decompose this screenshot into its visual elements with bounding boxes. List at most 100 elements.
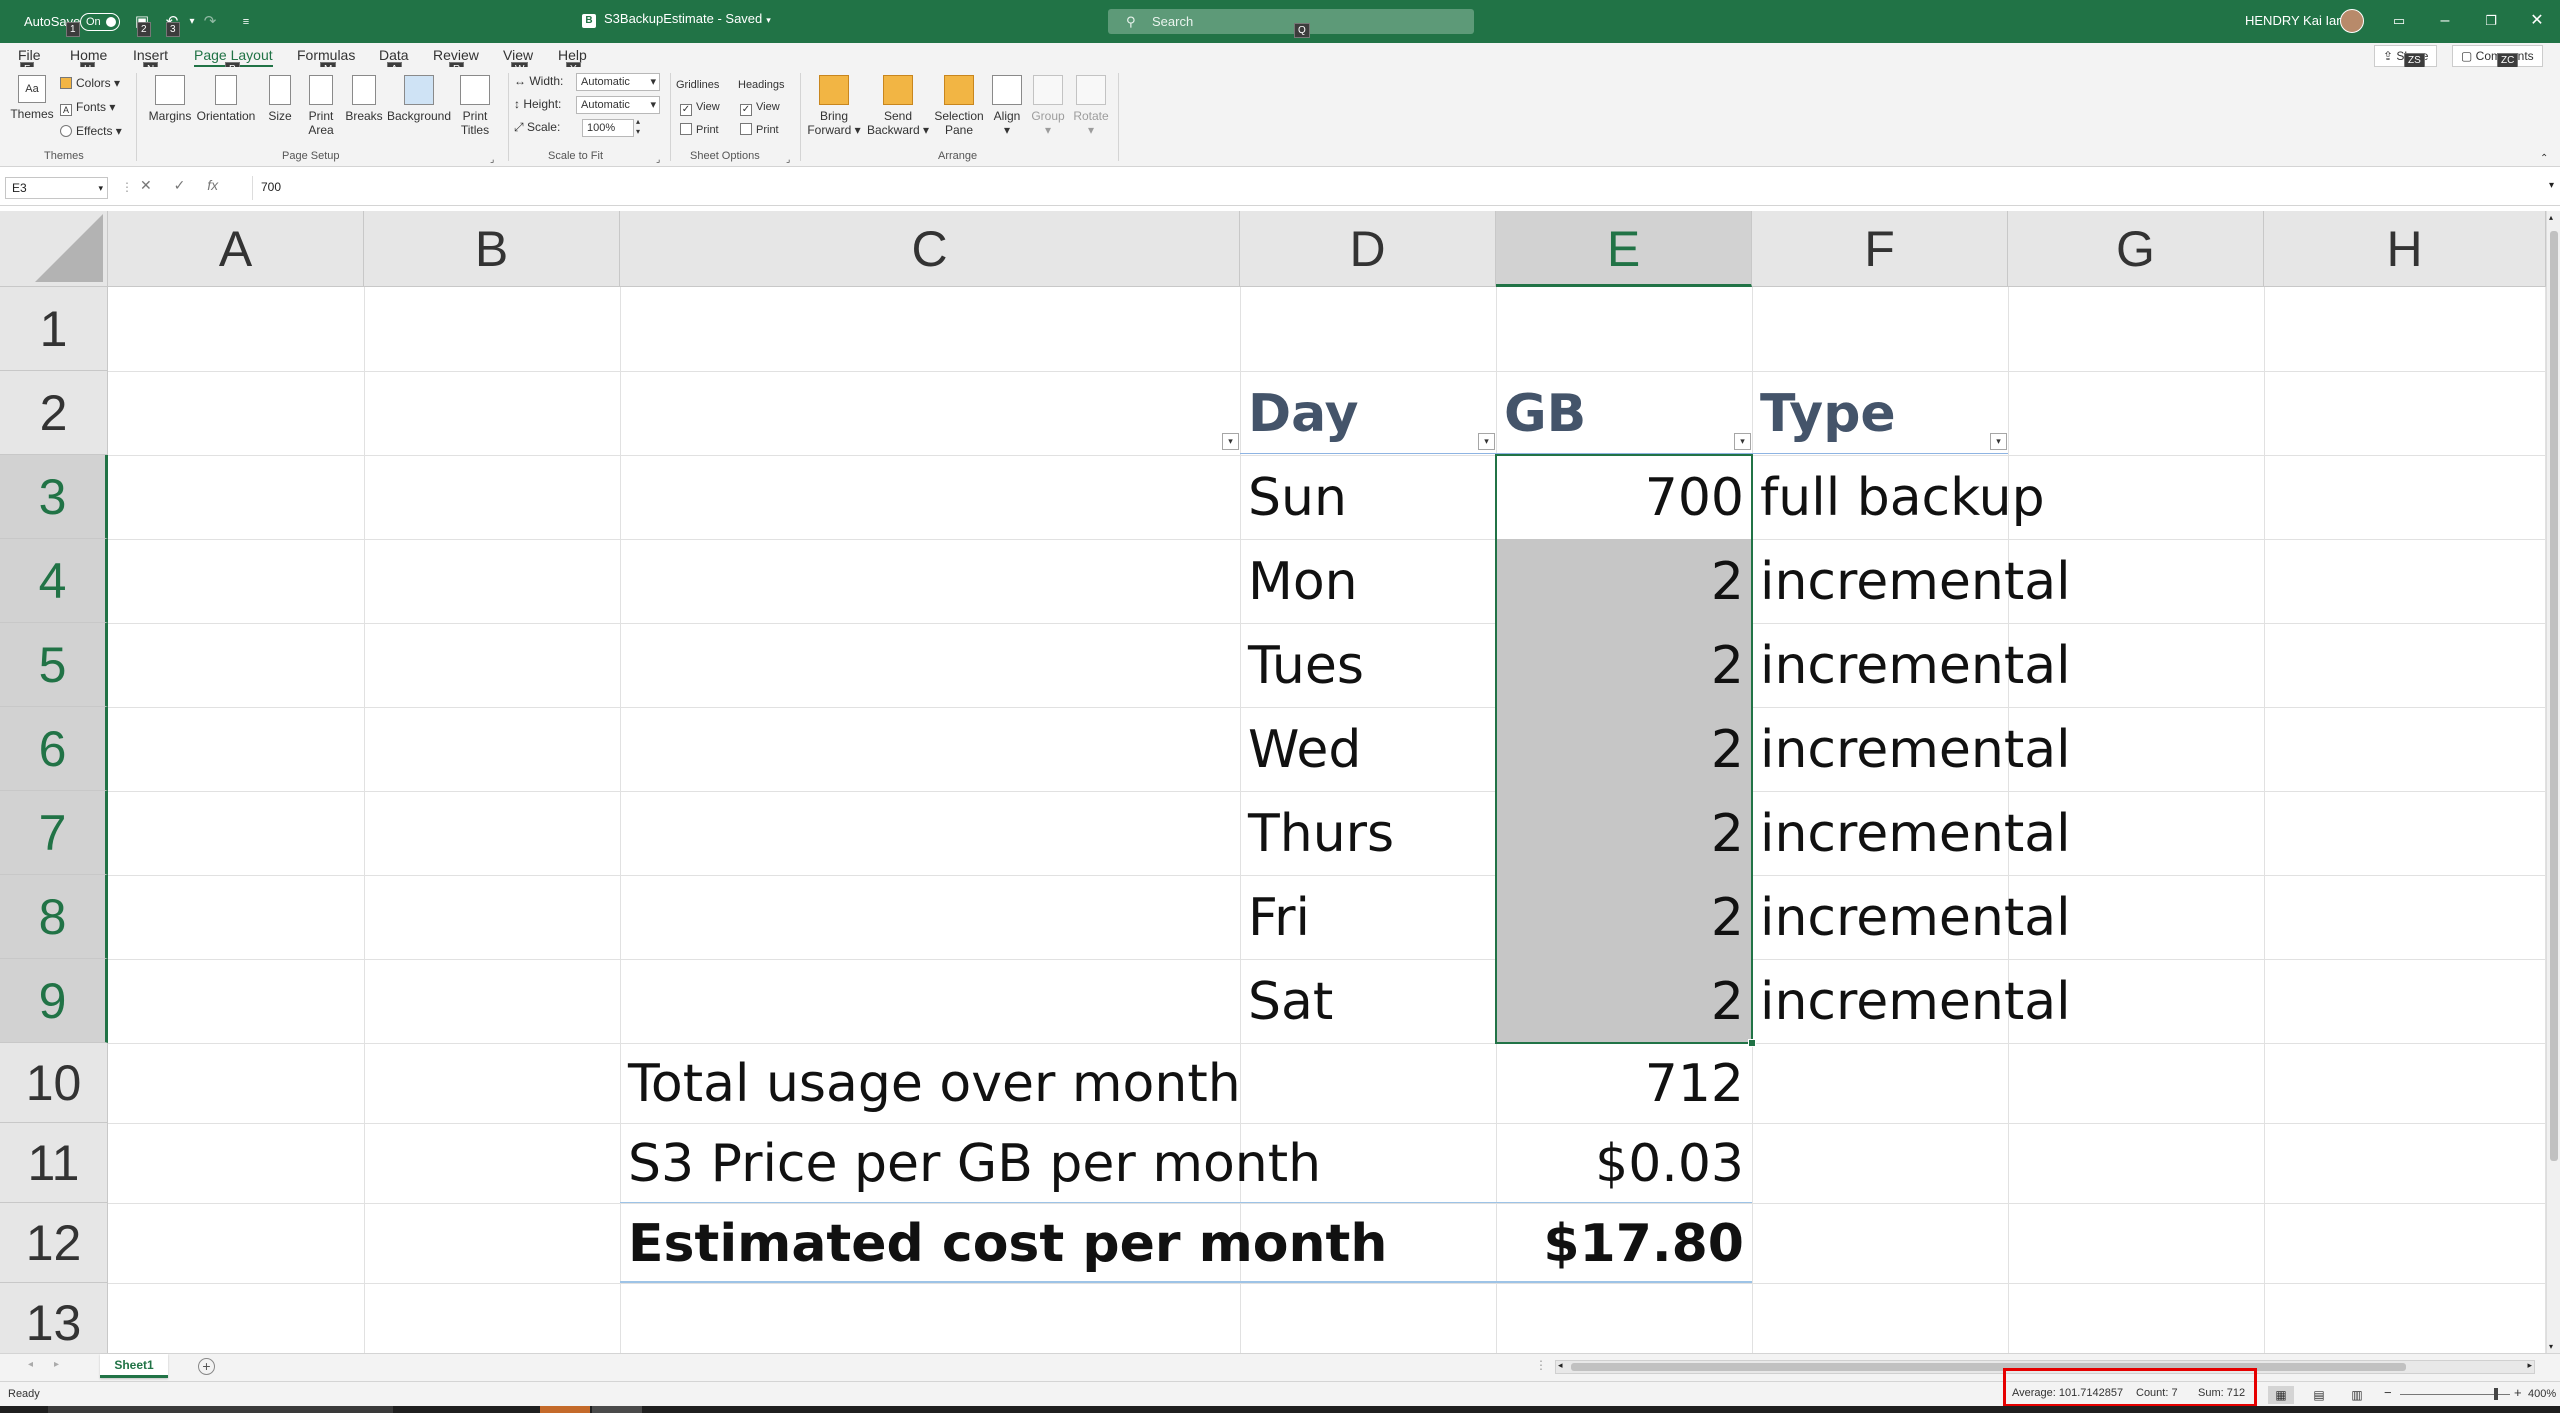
table-cell-type[interactable]: incremental — [1752, 791, 2079, 875]
customize-qat-icon[interactable]: ≡ — [236, 12, 256, 32]
taskbar-item[interactable] — [592, 1406, 642, 1413]
total-usage-value[interactable]: 712 — [1496, 1043, 1752, 1123]
table-cell-gb[interactable]: 2 — [1496, 623, 1752, 707]
avatar[interactable] — [2340, 9, 2364, 33]
price-label[interactable]: S3 Price per GB per month — [620, 1123, 1329, 1203]
row-header-8[interactable]: 8 — [0, 875, 108, 959]
table-cell-type[interactable]: incremental — [1752, 623, 2079, 707]
row-header-1[interactable]: 1 — [0, 287, 108, 371]
table-cell-day[interactable]: Thurs — [1240, 791, 1402, 875]
sheet-tab-sheet1[interactable]: Sheet1 — [100, 1354, 168, 1378]
height-dropdown[interactable]: Automatic ▾ — [576, 96, 660, 114]
autosave-toggle[interactable]: On — [80, 13, 120, 31]
horizontal-scroll-thumb[interactable] — [1571, 1363, 2406, 1371]
filter-dropdown-gb[interactable]: ▾ — [1734, 433, 1751, 450]
column-header-g[interactable]: G — [2008, 211, 2264, 287]
worksheet-grid[interactable]: A B C D E F G H 1 2 3 4 5 6 7 8 9 10 11 … — [0, 211, 2560, 1353]
column-header-e[interactable]: E — [1496, 211, 1752, 287]
insert-function-icon[interactable]: fx — [207, 177, 218, 193]
background-button[interactable]: Background — [386, 75, 452, 123]
row-header-10[interactable]: 10 — [0, 1043, 108, 1123]
column-header-h[interactable]: H — [2264, 211, 2546, 287]
table-cell-day[interactable]: Mon — [1240, 539, 1366, 623]
ribbon-display-icon[interactable]: ▭ — [2376, 6, 2422, 36]
price-value[interactable]: $0.03 — [1496, 1123, 1752, 1203]
row-header-9[interactable]: 9 — [0, 959, 108, 1043]
row-header-5[interactable]: 5 — [0, 623, 108, 707]
cancel-icon[interactable]: ✕ — [140, 177, 152, 193]
prev-sheet-icon[interactable]: ◂ — [28, 1359, 33, 1370]
zoom-in-icon[interactable]: + — [2514, 1385, 2522, 1400]
scroll-left-icon[interactable]: ◂ — [1558, 1360, 1563, 1371]
restore-icon[interactable]: ❐ — [2468, 6, 2514, 36]
table-cell-type[interactable]: incremental — [1752, 539, 2079, 623]
search-input[interactable]: ⚲ Search Q — [1108, 9, 1474, 38]
themes-button[interactable]: Aa Themes — [10, 75, 54, 121]
row-header-3[interactable]: 3 — [0, 455, 108, 539]
minimize-icon[interactable]: – — [2422, 6, 2468, 36]
colors-button[interactable]: Colors ▾ — [60, 75, 120, 91]
page-layout-view-icon[interactable]: ▤ — [2306, 1386, 2332, 1404]
size-button[interactable]: Size — [264, 75, 296, 123]
row-header-7[interactable]: 7 — [0, 791, 108, 875]
table-cell-type[interactable]: full backup — [1752, 455, 2053, 539]
group-button[interactable]: Group ▾ — [1028, 75, 1068, 137]
status-sum[interactable]: Sum: 712 — [2198, 1387, 2245, 1399]
table-cell-gb[interactable]: 700 — [1496, 455, 1752, 539]
tab-splitter-icon[interactable]: ⋮ — [1535, 1358, 1547, 1372]
estimated-cost-value[interactable]: $17.80 — [1496, 1203, 1752, 1283]
column-header-b[interactable]: B — [364, 211, 620, 287]
margins-button[interactable]: Margins — [146, 75, 194, 123]
send-backward-button[interactable]: Send Backward ▾ — [866, 75, 930, 137]
scroll-up-icon[interactable]: ▴ — [2549, 213, 2553, 222]
table-header-gb[interactable]: GB — [1496, 371, 1752, 455]
close-icon[interactable]: ✕ — [2514, 6, 2560, 36]
zoom-slider-thumb[interactable] — [2494, 1388, 2498, 1400]
table-cell-day[interactable]: Sat — [1240, 959, 1341, 1043]
filter-dropdown-day[interactable]: ▾ — [1222, 433, 1239, 450]
table-cell-gb[interactable]: 2 — [1496, 791, 1752, 875]
page-break-preview-icon[interactable]: ▥ — [2344, 1386, 2370, 1404]
vertical-scroll-thumb[interactable] — [2550, 231, 2558, 1161]
breaks-button[interactable]: Breaks — [344, 75, 384, 123]
formula-input[interactable]: 700 — [261, 180, 281, 194]
taskbar-item[interactable] — [48, 1406, 393, 1413]
table-cell-gb[interactable]: 2 — [1496, 707, 1752, 791]
gridlines-print-checkbox[interactable]: Print — [680, 122, 719, 138]
fonts-button[interactable]: A Fonts ▾ — [60, 99, 115, 116]
zoom-level[interactable]: 400% — [2528, 1388, 2556, 1400]
expand-formula-icon[interactable]: ▾ — [2549, 180, 2554, 191]
estimated-cost-label[interactable]: Estimated cost per month — [620, 1203, 1395, 1283]
column-header-a[interactable]: A — [108, 211, 364, 287]
headings-print-checkbox[interactable]: Print — [740, 122, 779, 138]
table-cell-day[interactable]: Fri — [1240, 875, 1318, 959]
selection-pane-button[interactable]: Selection Pane — [932, 75, 986, 137]
total-usage-label[interactable]: Total usage over month — [620, 1043, 1249, 1123]
filter-dropdown-gb[interactable]: ▾ — [1478, 433, 1495, 450]
print-area-button[interactable]: Print Area — [302, 75, 340, 137]
user-name[interactable]: HENDRY Kai Ian — [2245, 13, 2344, 28]
status-count[interactable]: Count: 7 — [2136, 1387, 2178, 1399]
add-sheet-icon[interactable]: + — [198, 1358, 215, 1375]
table-header-type[interactable]: Type — [1752, 371, 2008, 455]
align-button[interactable]: Align ▾ — [988, 75, 1026, 137]
orientation-button[interactable]: Orientation — [194, 75, 258, 123]
document-title[interactable]: B S3BackupEstimate - Saved ▾ — [582, 11, 771, 28]
table-cell-type[interactable]: incremental — [1752, 875, 2079, 959]
column-header-c[interactable]: C — [620, 211, 1240, 287]
normal-view-icon[interactable]: ▦ — [2268, 1386, 2294, 1404]
zoom-out-icon[interactable]: − — [2384, 1385, 2392, 1400]
taskbar-item[interactable] — [540, 1406, 590, 1413]
scale-launcher-icon[interactable]: ⌟ — [656, 151, 660, 167]
table-cell-day[interactable]: Tues — [1240, 623, 1372, 707]
effects-button[interactable]: Effects ▾ — [60, 123, 122, 139]
scroll-down-icon[interactable]: ▾ — [2549, 1342, 2553, 1351]
column-header-d[interactable]: D — [1240, 211, 1496, 287]
vertical-scrollbar[interactable]: ▴ ▾ — [2546, 211, 2560, 1353]
row-header-2[interactable]: 2 — [0, 371, 108, 455]
column-header-f[interactable]: F — [1752, 211, 2008, 287]
undo-dropdown-icon[interactable]: ▾ — [182, 12, 202, 32]
table-cell-type[interactable]: incremental — [1752, 707, 2079, 791]
row-header-11[interactable]: 11 — [0, 1123, 108, 1203]
table-cell-type[interactable]: incremental — [1752, 959, 2079, 1043]
